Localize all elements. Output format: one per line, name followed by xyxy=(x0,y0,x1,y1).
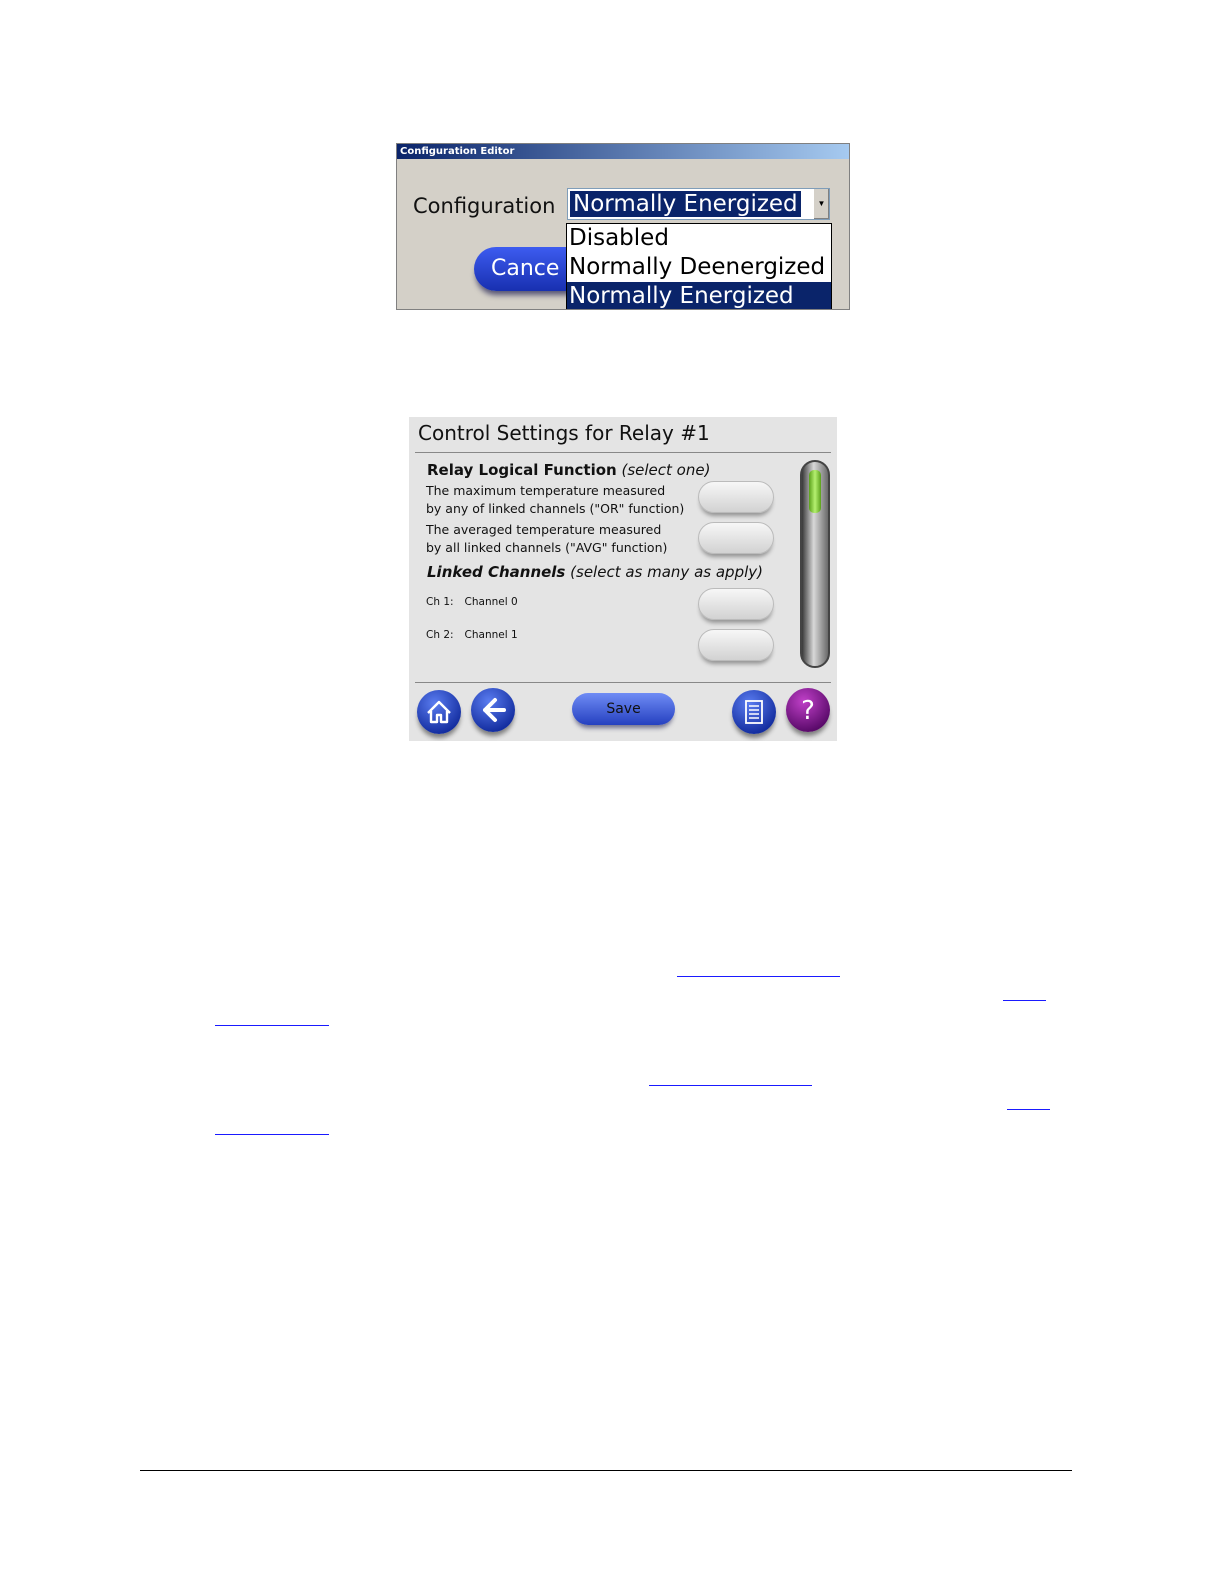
footer-divider xyxy=(140,1470,1072,1471)
avg-function-line1: The averaged temperature measured xyxy=(426,522,662,537)
or-function-description: The maximum temperature measured by any … xyxy=(426,482,684,518)
divider xyxy=(415,452,831,453)
logical-function-hint: (select one) xyxy=(621,461,711,479)
control-settings-panel: Control Settings for Relay #1 Relay Logi… xyxy=(409,417,837,741)
configuration-label: Configuration xyxy=(413,194,556,218)
home-button[interactable] xyxy=(417,690,461,734)
or-function-toggle[interactable] xyxy=(698,481,774,513)
avg-function-description: The averaged temperature measured by all… xyxy=(426,521,667,557)
logical-function-heading: Relay Logical Function (select one) xyxy=(427,461,710,479)
hyperlink-underline[interactable] xyxy=(1003,1000,1046,1001)
channel-name: Channel 0 xyxy=(464,596,518,608)
linked-channels-hint: (select as many as apply) xyxy=(570,563,763,581)
configuration-options-list: Disabled Normally Deenergized Normally E… xyxy=(566,223,832,309)
or-function-line1: The maximum temperature measured xyxy=(426,483,666,498)
divider xyxy=(415,682,831,683)
question-mark-icon: ? xyxy=(801,696,815,726)
avg-function-line2: by all linked channels ("AVG" function) xyxy=(426,540,668,555)
option-normally-deenergized[interactable]: Normally Deenergized xyxy=(567,253,831,282)
page-title: Control Settings for Relay #1 xyxy=(418,421,710,445)
logical-function-title: Relay Logical Function xyxy=(427,461,617,479)
configuration-editor-dialog: Configuration Editor Configuration Cance… xyxy=(396,143,850,310)
avg-function-toggle[interactable] xyxy=(698,522,774,554)
option-normally-energized[interactable]: Normally Energized xyxy=(567,282,831,309)
channel-row-2: Ch 2: Channel 1 xyxy=(426,629,518,641)
hyperlink-underline[interactable] xyxy=(1007,1109,1050,1110)
configuration-select[interactable]: Normally Energized ▼ xyxy=(567,188,830,220)
document-list-icon xyxy=(745,700,763,724)
channel-id: Ch 1: xyxy=(426,596,454,608)
hyperlink-underline[interactable] xyxy=(215,1134,329,1135)
option-disabled[interactable]: Disabled xyxy=(567,224,831,253)
channel-id: Ch 2: xyxy=(426,629,454,641)
back-button[interactable] xyxy=(471,688,515,732)
hyperlink-underline[interactable] xyxy=(649,1085,812,1086)
or-function-line2: by any of linked channels ("OR" function… xyxy=(426,501,685,516)
dialog-title-bar: Configuration Editor xyxy=(397,144,849,159)
list-button[interactable] xyxy=(732,690,776,734)
channel-row-1: Ch 1: Channel 0 xyxy=(426,596,518,608)
home-icon xyxy=(427,700,451,724)
channel-name: Channel 1 xyxy=(464,629,518,641)
vertical-scrollbar[interactable] xyxy=(800,460,830,668)
hyperlink-underline[interactable] xyxy=(215,1025,329,1026)
configuration-select-value: Normally Energized xyxy=(570,191,801,217)
scrollbar-thumb[interactable] xyxy=(809,470,821,513)
linked-channels-title: Linked Channels xyxy=(427,563,566,581)
save-button[interactable]: Save xyxy=(572,693,675,725)
channel-0-toggle[interactable] xyxy=(698,588,774,620)
linked-channels-heading: Linked Channels (select as many as apply… xyxy=(427,563,763,581)
arrow-left-icon xyxy=(483,698,506,722)
help-button[interactable]: ? xyxy=(786,688,830,732)
channel-1-toggle[interactable] xyxy=(698,629,774,661)
dropdown-arrow-icon[interactable]: ▼ xyxy=(813,189,829,219)
hyperlink-underline[interactable] xyxy=(677,976,840,977)
svg-text:?: ? xyxy=(801,696,815,726)
